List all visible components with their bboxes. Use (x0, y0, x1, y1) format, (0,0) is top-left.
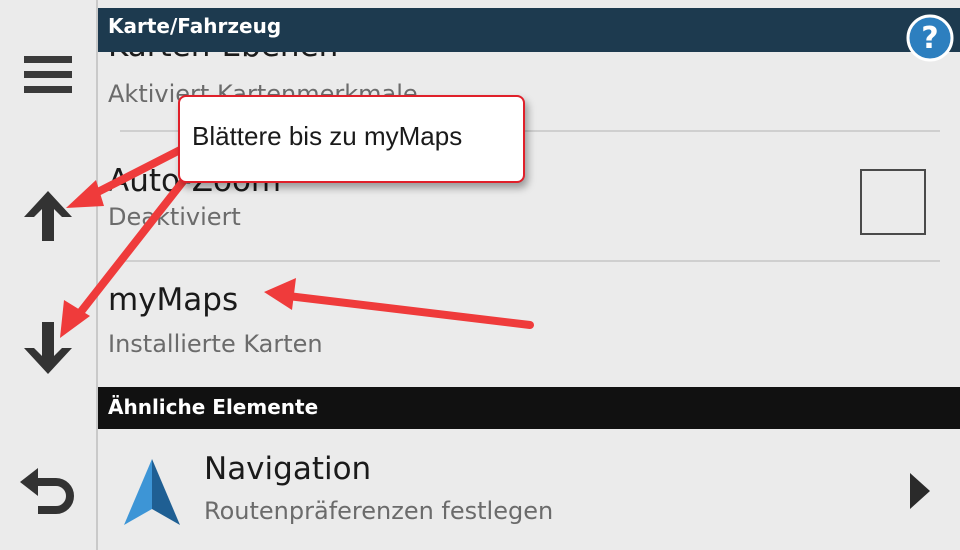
main-panel: Karten-Ebenen Aktiviert Kartenmerkmale A… (98, 0, 960, 550)
help-button[interactable]: ? (906, 14, 954, 62)
page-title: Karte/Fahrzeug (108, 14, 282, 38)
chevron-right-icon (910, 473, 930, 509)
divider (120, 260, 940, 262)
setting-subtitle: Deaktiviert (108, 203, 241, 231)
related-item-navigation[interactable]: Navigation Routenpräferenzen festlegen (98, 429, 960, 550)
section-title: Ähnliche Elemente (108, 395, 319, 419)
menu-button[interactable] (0, 40, 96, 110)
arrow-down-icon (24, 322, 72, 374)
arrow-up-icon (24, 191, 72, 241)
svg-text:?: ? (921, 21, 938, 56)
section-header: Ähnliche Elemente (98, 387, 960, 429)
related-item-title: Navigation (204, 451, 372, 487)
navigation-arrow-icon (124, 459, 180, 525)
header-bar: Karte/Fahrzeug (98, 8, 960, 52)
annotation-callout: Blättere bis zu myMaps (178, 95, 525, 183)
menu-icon (24, 56, 72, 93)
auto-zoom-checkbox[interactable] (860, 169, 926, 235)
help-icon: ? (906, 14, 954, 62)
callout-text: Blättere bis zu myMaps (192, 121, 463, 151)
back-button[interactable] (0, 450, 96, 530)
setting-subtitle: Installierte Karten (108, 330, 323, 358)
scroll-down-button[interactable] (0, 312, 96, 384)
back-icon (20, 468, 74, 514)
sidebar (0, 0, 98, 550)
scroll-up-button[interactable] (0, 180, 96, 250)
related-item-subtitle: Routenpräferenzen festlegen (204, 497, 554, 525)
setting-title: myMaps (108, 282, 239, 318)
